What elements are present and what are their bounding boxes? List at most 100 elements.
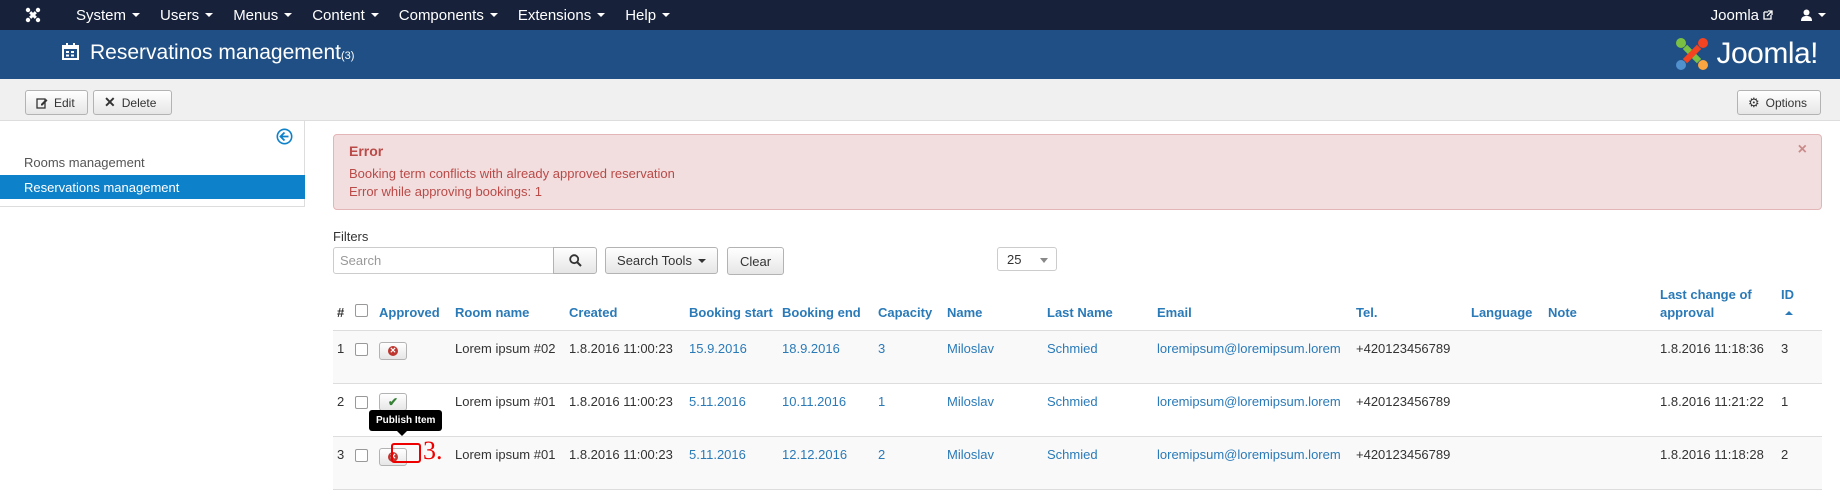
sort-ascending-icon — [1785, 311, 1793, 316]
email-link[interactable]: loremipsum@loremipsum.lorem — [1157, 447, 1341, 462]
sidebar-item-rooms[interactable]: Rooms management — [0, 150, 305, 174]
table-row[interactable]: 3 ✕ Lorem ipsum #01 1.8.2016 11:00:23 5.… — [333, 436, 1822, 490]
menu-extensions[interactable]: Extensions — [508, 0, 615, 30]
list-limit-select[interactable]: 25 — [997, 247, 1057, 271]
booking-end-link[interactable]: 12.12.2016 — [782, 447, 847, 462]
booking-start-link[interactable]: 5.11.2016 — [689, 394, 746, 409]
email-cell: loremipsum@loremipsum.lorem — [1153, 330, 1352, 384]
room-name-cell: Lorem ipsum #01 — [451, 383, 565, 437]
delete-button[interactable]: ✕ Delete — [93, 90, 172, 115]
column-header-booking-end[interactable]: Booking end — [778, 282, 874, 331]
table-row[interactable]: 1 ✕ Lorem ipsum #02 1.8.2016 11:00:23 15… — [333, 330, 1822, 384]
name-link[interactable]: Miloslav — [947, 394, 994, 409]
menu-menus[interactable]: Menus — [223, 0, 302, 30]
collapse-sidebar-icon[interactable] — [276, 128, 293, 145]
booking-start-cell: 15.9.2016 — [685, 330, 778, 384]
column-header-room-name[interactable]: Room name — [451, 282, 565, 331]
search-tools-button[interactable]: Search Tools — [605, 247, 718, 274]
user-menu[interactable] — [1787, 0, 1840, 30]
row-checkbox[interactable] — [355, 395, 368, 409]
edit-button[interactable]: Edit — [25, 90, 88, 115]
name-link[interactable]: Miloslav — [947, 447, 994, 462]
close-icon[interactable]: × — [1798, 141, 1807, 159]
menu-content[interactable]: Content — [302, 0, 389, 30]
caret-down-icon — [597, 13, 606, 17]
email-link[interactable]: loremipsum@loremipsum.lorem — [1157, 341, 1341, 356]
column-header-last-change[interactable]: Last change of approval — [1656, 282, 1777, 331]
alert-heading: Error — [349, 143, 384, 159]
column-header-id[interactable]: ID — [1777, 282, 1822, 331]
capacity-link[interactable]: 2 — [878, 447, 885, 462]
menu-label: Menus — [233, 6, 279, 24]
site-link-label: Joomla — [1710, 6, 1759, 24]
top-navbar: System Users Menus Content Components Ex… — [0, 0, 1840, 30]
column-header-language[interactable]: Language — [1467, 282, 1544, 331]
menu-label: Components — [398, 6, 484, 24]
id-cell: 2 — [1777, 436, 1822, 490]
email-cell: loremipsum@loremipsum.lorem — [1153, 436, 1352, 490]
menu-help[interactable]: Help — [615, 0, 680, 30]
last-name-link[interactable]: Schmied — [1047, 447, 1098, 462]
row-number: 1 — [333, 330, 351, 384]
search-input[interactable] — [333, 247, 554, 274]
table-row[interactable]: 2 ✔ Lorem ipsum #01 1.8.2016 11:00:23 5.… — [333, 383, 1822, 437]
options-button[interactable]: ⚙ Options — [1737, 90, 1821, 115]
column-header-last-name[interactable]: Last Name — [1043, 282, 1153, 331]
unapproved-toggle-button[interactable]: ✕ — [379, 341, 407, 360]
approved-toggle-button[interactable]: ✔ — [379, 392, 407, 411]
row-checkbox-cell — [351, 330, 375, 384]
select-all-checkbox[interactable] — [355, 303, 368, 317]
main-menu: System Users Menus Content Components Ex… — [66, 0, 680, 30]
menu-label: Content — [312, 6, 365, 24]
booking-end-link[interactable]: 10.11.2016 — [782, 394, 846, 409]
menu-users[interactable]: Users — [150, 0, 223, 30]
created-cell: 1.8.2016 11:00:23 — [565, 436, 685, 490]
joomla-brand: Joomla! — [1674, 36, 1818, 72]
booking-start-cell: 5.11.2016 — [685, 436, 778, 490]
column-header-email[interactable]: Email — [1153, 282, 1352, 331]
booking-end-cell: 18.9.2016 — [778, 330, 874, 384]
caret-down-icon — [284, 13, 293, 17]
note-cell — [1544, 330, 1656, 384]
filters-label: Filters — [333, 229, 369, 244]
column-header-tel[interactable]: Tel. — [1352, 282, 1467, 331]
alert-message: Booking term conflicts with already appr… — [349, 166, 675, 181]
joomla-brand-text: Joomla! — [1716, 37, 1818, 70]
last-name-link[interactable]: Schmied — [1047, 341, 1098, 356]
menu-system[interactable]: System — [66, 0, 150, 30]
delete-button-label: Delete — [121, 95, 157, 110]
sidebar-divider — [0, 206, 305, 207]
booking-end-link[interactable]: 18.9.2016 — [782, 341, 840, 356]
joomla-logo-icon[interactable] — [0, 0, 66, 30]
column-header-approved[interactable]: Approved — [375, 282, 451, 331]
column-header-number: # — [333, 282, 351, 331]
column-header-booking-start[interactable]: Booking start — [685, 282, 778, 331]
last-name-link[interactable]: Schmied — [1047, 394, 1098, 409]
capacity-link[interactable]: 1 — [878, 394, 885, 409]
search-tools-label: Search Tools — [617, 253, 692, 268]
search-button[interactable] — [553, 247, 597, 274]
email-link[interactable]: loremipsum@loremipsum.lorem — [1157, 394, 1341, 409]
sidebar-item-reservations[interactable]: Reservations management — [0, 175, 305, 199]
capacity-link[interactable]: 3 — [878, 341, 885, 356]
edit-button-label: Edit — [54, 95, 75, 110]
clear-button[interactable]: Clear — [727, 247, 784, 275]
menu-components[interactable]: Components — [389, 0, 508, 30]
column-header-capacity[interactable]: Capacity — [874, 282, 943, 331]
column-header-note[interactable]: Note — [1544, 282, 1656, 331]
booking-start-link[interactable]: 5.11.2016 — [689, 447, 746, 462]
external-link-icon — [1763, 10, 1773, 20]
row-number: 2 — [333, 383, 351, 437]
row-checkbox[interactable] — [355, 342, 368, 356]
email-cell: loremipsum@loremipsum.lorem — [1153, 383, 1352, 437]
sidebar-item-label: Rooms management — [24, 154, 145, 170]
row-checkbox[interactable] — [355, 448, 368, 462]
name-link[interactable]: Miloslav — [947, 341, 994, 356]
column-header-created[interactable]: Created — [565, 282, 685, 331]
row-checkbox-cell — [351, 436, 375, 490]
room-name-cell: Lorem ipsum #01 — [451, 436, 565, 490]
booking-start-link[interactable]: 15.9.2016 — [689, 341, 747, 356]
search-icon — [568, 254, 582, 267]
column-header-name[interactable]: Name — [943, 282, 1043, 331]
site-link[interactable]: Joomla — [1697, 0, 1787, 30]
